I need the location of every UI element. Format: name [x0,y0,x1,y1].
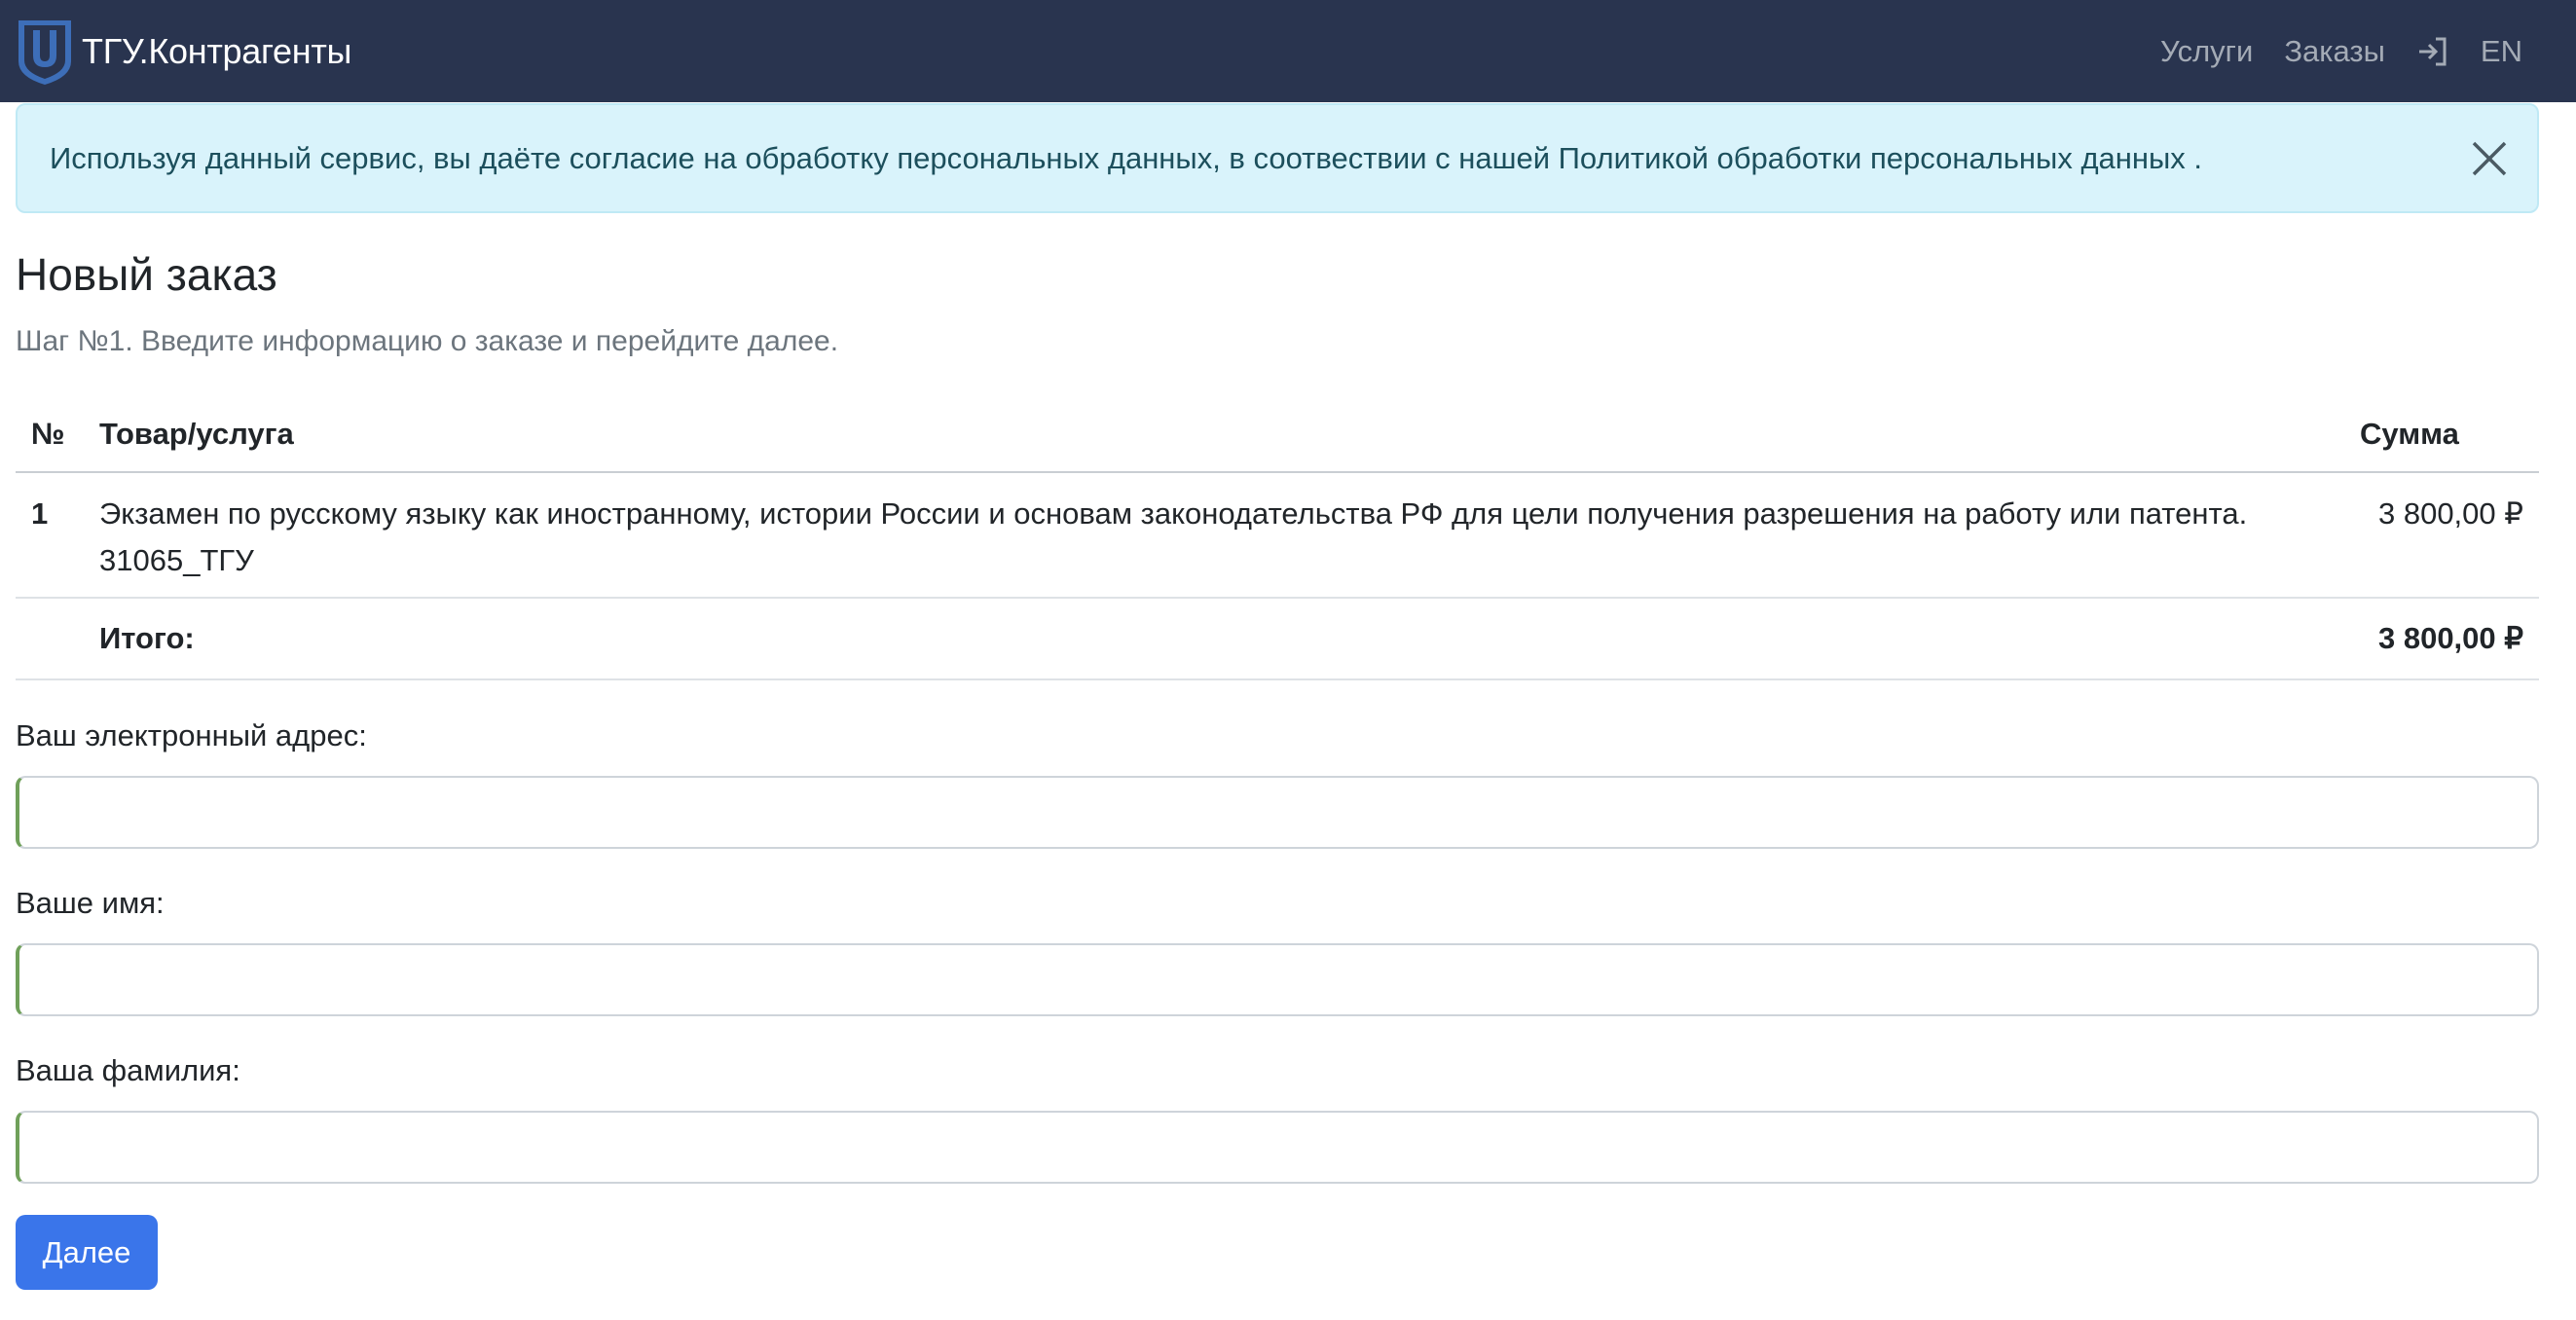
top-navbar: ТГУ.Контрагенты Услуги Заказы EN [0,0,2576,102]
row-item-name: Экзамен по русскому языку как иностранно… [84,472,2344,599]
total-value: 3 800,00 ₽ [2344,598,2539,680]
column-header-sum: Сумма [2344,397,2539,473]
table-total-row: Итого: 3 800,00 ₽ [16,598,2539,680]
column-header-item: Товар/услуга [84,397,2344,473]
table-row: 1 Экзамен по русскому языку как иностран… [16,472,2539,599]
column-header-number: № [16,397,84,473]
total-spacer [16,598,84,680]
order-table: № Товар/услуга Сумма 1 Экзамен по русско… [16,397,2539,680]
row-sum: 3 800,00 ₽ [2344,472,2539,599]
row-number: 1 [16,472,84,599]
brand-name: ТГУ.Контрагенты [82,30,352,71]
consent-alert-text: Используя данный сервис, вы даёте соглас… [50,141,2203,175]
consent-alert: Используя данный сервис, вы даёте соглас… [16,103,2539,213]
email-field[interactable] [16,776,2539,849]
nav-menu: Услуги Заказы EN [2160,0,2576,102]
email-label: Ваш электронный адрес: [16,718,367,752]
first-name-field[interactable] [16,943,2539,1016]
nav-link-services[interactable]: Услуги [2160,34,2253,69]
step-description: Шаг №1. Введите информацию о заказе и пе… [16,325,839,357]
first-name-label: Ваше имя: [16,886,165,920]
total-label: Итого: [84,598,2344,680]
brand-link[interactable]: ТГУ.Контрагенты [16,17,351,87]
table-header-row: № Товар/услуга Сумма [16,397,2539,473]
last-name-label: Ваша фамилия: [16,1053,240,1087]
last-name-field[interactable] [16,1111,2539,1184]
next-button[interactable]: Далее [16,1215,158,1290]
page-title: Новый заказ [16,249,277,300]
tsu-shield-logo-icon [18,19,71,85]
nav-link-orders[interactable]: Заказы [2284,34,2385,69]
login-icon[interactable] [2416,35,2449,68]
language-switch[interactable]: EN [2481,34,2522,69]
close-icon[interactable] [2471,140,2508,177]
